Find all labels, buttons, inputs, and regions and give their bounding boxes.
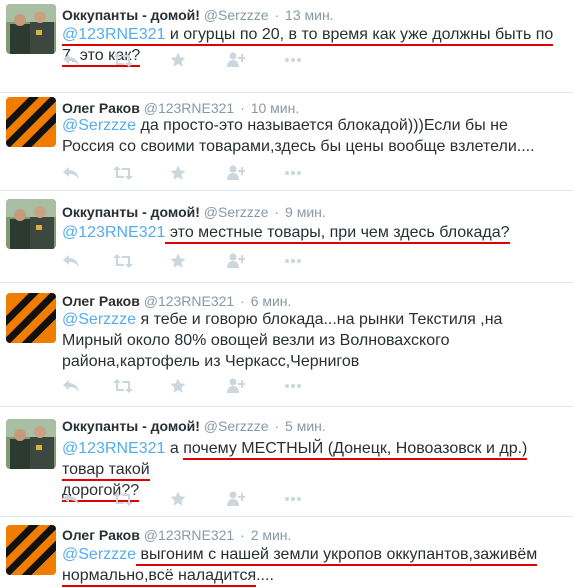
reply-icon[interactable]	[62, 165, 82, 183]
tweet-text: @Serzzze да просто-это называется блокад…	[62, 115, 562, 157]
mention-link[interactable]: @Serzzze	[62, 117, 136, 134]
timestamp[interactable]: 13 мин.	[285, 7, 334, 23]
author-name[interactable]: Олег Раков	[62, 293, 140, 309]
retweet-icon[interactable]	[113, 52, 133, 70]
tweet[interactable]: Оккупанты - домой! @Serzzze · 13 мин. @1…	[0, 0, 573, 92]
follow-icon[interactable]	[227, 491, 247, 509]
tweet-text: @Serzzze я тебе и говорю блокада...на ры…	[62, 309, 562, 372]
reply-icon[interactable]	[62, 491, 82, 509]
more-icon[interactable]	[284, 165, 304, 183]
author-name[interactable]: Олег Раков	[62, 100, 140, 116]
avatar[interactable]	[6, 293, 56, 343]
text-segment: а	[165, 440, 184, 457]
timestamp[interactable]: 2 мин.	[251, 527, 292, 543]
retweet-icon[interactable]	[113, 253, 133, 271]
timestamp[interactable]: 5 мин.	[285, 418, 326, 434]
man-avatar-image	[6, 419, 56, 469]
tweet-text: @Serzzze выгоним с нашей земли укропов о…	[62, 544, 562, 587]
avatar[interactable]	[6, 97, 56, 147]
author-handle[interactable]: @Serzzze	[204, 204, 269, 220]
more-icon[interactable]	[284, 52, 304, 70]
mention-link[interactable]: @123RNE321	[62, 224, 165, 241]
ribbon-avatar-image	[6, 97, 56, 147]
follow-icon[interactable]	[227, 165, 247, 183]
author-name[interactable]: Олег Раков	[62, 527, 140, 543]
follow-icon[interactable]	[227, 52, 247, 70]
more-icon[interactable]	[284, 253, 304, 271]
avatar[interactable]	[6, 525, 56, 575]
separator-dot: ·	[274, 204, 280, 220]
tweet[interactable]: Олег Раков @123RNE321 · 6 мин. @Serzzze …	[0, 282, 573, 406]
author-handle[interactable]: @123RNE321	[144, 293, 235, 309]
follow-icon[interactable]	[227, 253, 247, 271]
author-name[interactable]: Оккупанты - домой!	[62, 7, 200, 23]
avatar[interactable]	[6, 199, 56, 249]
follow-icon[interactable]	[227, 378, 247, 396]
reply-icon[interactable]	[62, 378, 82, 396]
author-handle[interactable]: @123RNE321	[144, 100, 235, 116]
retweet-icon[interactable]	[113, 378, 133, 396]
mention-link[interactable]: @123RNE321	[62, 440, 165, 457]
man-avatar-image	[6, 4, 56, 54]
timestamp[interactable]: 6 мин.	[251, 293, 292, 309]
tweet-text: @123RNE321 это местные товары, при чем з…	[62, 222, 562, 244]
text-segment: ....	[256, 567, 274, 584]
more-icon[interactable]	[284, 378, 304, 396]
author-name[interactable]: Оккупанты - домой!	[62, 418, 200, 434]
tweet[interactable]: Олег Раков @123RNE321 · 2 мин. @Serzzze …	[0, 516, 573, 587]
author-handle[interactable]: @123RNE321	[144, 527, 235, 543]
text-segment: выгоним с нашей земли укропов оккупантов…	[136, 546, 538, 566]
separator-dot: ·	[240, 100, 245, 116]
tweet-text: @123RNE321 а почему МЕСТНЫЙ (Донецк, Нов…	[62, 438, 562, 502]
favorite-icon[interactable]	[170, 491, 190, 509]
tweet-text: @123RNE321 и огурцы по 20, в то время ка…	[62, 24, 562, 67]
favorite-icon[interactable]	[170, 378, 190, 396]
favorite-icon[interactable]	[170, 253, 190, 271]
man-avatar-image	[6, 199, 56, 249]
separator-dot: ·	[274, 418, 280, 434]
retweet-icon[interactable]	[113, 165, 133, 183]
author-name[interactable]: Оккупанты - домой!	[62, 204, 200, 220]
avatar[interactable]	[6, 419, 56, 469]
ribbon-avatar-image	[6, 293, 56, 343]
reply-icon[interactable]	[62, 253, 82, 271]
separator-dot: ·	[274, 7, 280, 23]
mention-link[interactable]: @Serzzze	[62, 546, 136, 563]
mention-link[interactable]: @Serzzze	[62, 311, 136, 328]
timestamp[interactable]: 9 мин.	[285, 204, 326, 220]
favorite-icon[interactable]	[170, 165, 190, 183]
favorite-icon[interactable]	[170, 52, 190, 70]
more-icon[interactable]	[284, 491, 304, 509]
tweet[interactable]: Оккупанты - домой! @Serzzze · 9 мин. @12…	[0, 190, 573, 282]
timestamp[interactable]: 10 мин.	[251, 100, 300, 116]
author-handle[interactable]: @Serzzze	[204, 7, 269, 23]
mention-link[interactable]: @123RNE321	[62, 26, 166, 46]
retweet-icon[interactable]	[113, 491, 133, 509]
reply-icon[interactable]	[62, 52, 82, 70]
separator-dot: ·	[240, 293, 245, 309]
text-segment: нормально,всё наладится	[62, 567, 257, 587]
ribbon-avatar-image	[6, 525, 56, 575]
tweet[interactable]: Олег Раков @123RNE321 · 10 мин. @Serzzze…	[0, 92, 573, 190]
separator-dot: ·	[240, 527, 245, 543]
text-segment: это местные товары, при чем здесь блокад…	[165, 224, 510, 244]
tweet[interactable]: Оккупанты - домой! @Serzzze · 5 мин. @12…	[0, 406, 573, 516]
avatar[interactable]	[6, 4, 56, 54]
author-handle[interactable]: @Serzzze	[204, 418, 269, 434]
